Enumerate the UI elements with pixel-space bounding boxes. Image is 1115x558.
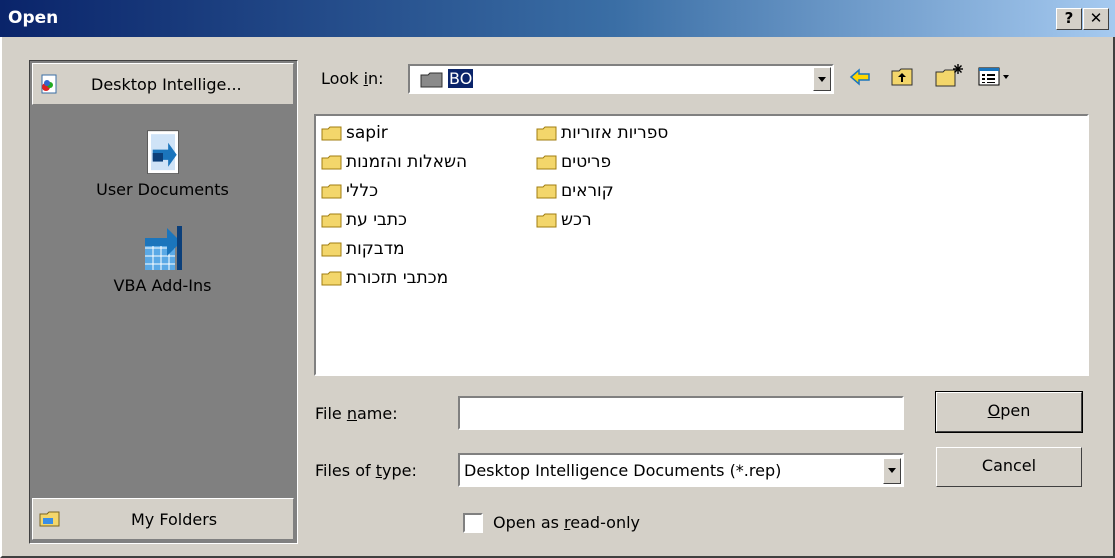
places-top-label: Desktop Intellige... [91,75,242,94]
folder-icon [321,155,342,170]
list-item[interactable]: השאלות והזמנות [321,150,467,174]
desktop-intelligence-icon [41,74,57,94]
folder-icon [536,126,557,141]
files-of-type-label: Files of type: [315,461,417,480]
list-item[interactable]: רכש [536,208,592,232]
folder-icon [321,126,342,141]
places-bar: Desktop Intellige... User Documents VBA … [29,60,298,544]
places-bottom-label: My Folders [131,510,218,529]
back-icon[interactable] [848,66,872,88]
file-list[interactable]: sapir השאלות והזמנות כללי כתבי עת מדבקות… [314,114,1089,376]
places-item-user-documents[interactable]: User Documents [30,129,295,199]
list-item[interactable]: sapir [321,121,388,145]
title-bar[interactable]: Open ? ✕ [0,0,1115,37]
help-button[interactable]: ? [1056,8,1082,30]
look-in-label: Look in: [321,69,384,88]
user-documents-icon [146,130,179,174]
list-item[interactable]: קוראים [536,179,614,203]
places-item-label: VBA Add-Ins [113,276,212,295]
places-item-desktop-intelligence[interactable]: Desktop Intellige... [32,63,294,105]
views-icon[interactable] [978,66,1012,88]
look-in-dropdown-button[interactable] [813,67,831,91]
folder-icon [321,184,342,199]
close-button[interactable]: ✕ [1083,8,1109,30]
folder-icon [321,271,342,286]
look-in-combo[interactable]: BO [408,64,834,94]
open-button[interactable]: Open [935,391,1083,433]
folder-icon [536,184,557,199]
list-item[interactable]: כללי [321,179,378,203]
list-item[interactable]: מכתבי תזכורת [321,266,448,290]
folder-icon [536,213,557,228]
folder-icon [321,242,342,257]
folder-icon [321,213,342,228]
list-item[interactable]: מדבקות [321,237,405,261]
list-item[interactable]: כתבי עת [321,208,407,232]
file-name-label: File name: [315,404,398,423]
folder-icon [536,155,557,170]
up-folder-icon[interactable] [890,65,916,89]
read-only-checkbox[interactable] [463,513,483,533]
new-folder-icon[interactable] [934,62,964,90]
list-item[interactable]: פריטים [536,150,611,174]
files-of-type-dropdown-button[interactable] [883,458,901,484]
places-item-vba-add-ins[interactable]: VBA Add-Ins [30,218,295,295]
files-of-type-select[interactable]: Desktop Intelligence Documents (*.rep) [458,453,904,487]
places-item-my-folders[interactable]: My Folders [32,498,294,540]
vba-add-ins-icon [144,226,182,270]
cancel-button[interactable]: Cancel [936,447,1082,487]
folder-icon [420,72,443,88]
file-name-input[interactable] [458,396,904,430]
my-folders-icon [39,511,60,527]
read-only-label: Open as read-only [493,513,640,532]
look-in-value: BO [446,68,475,89]
files-of-type-value: Desktop Intelligence Documents (*.rep) [464,461,782,480]
window-title: Open [8,8,59,28]
list-item[interactable]: ספריות אזוריות [536,121,668,145]
places-item-label: User Documents [96,180,229,199]
